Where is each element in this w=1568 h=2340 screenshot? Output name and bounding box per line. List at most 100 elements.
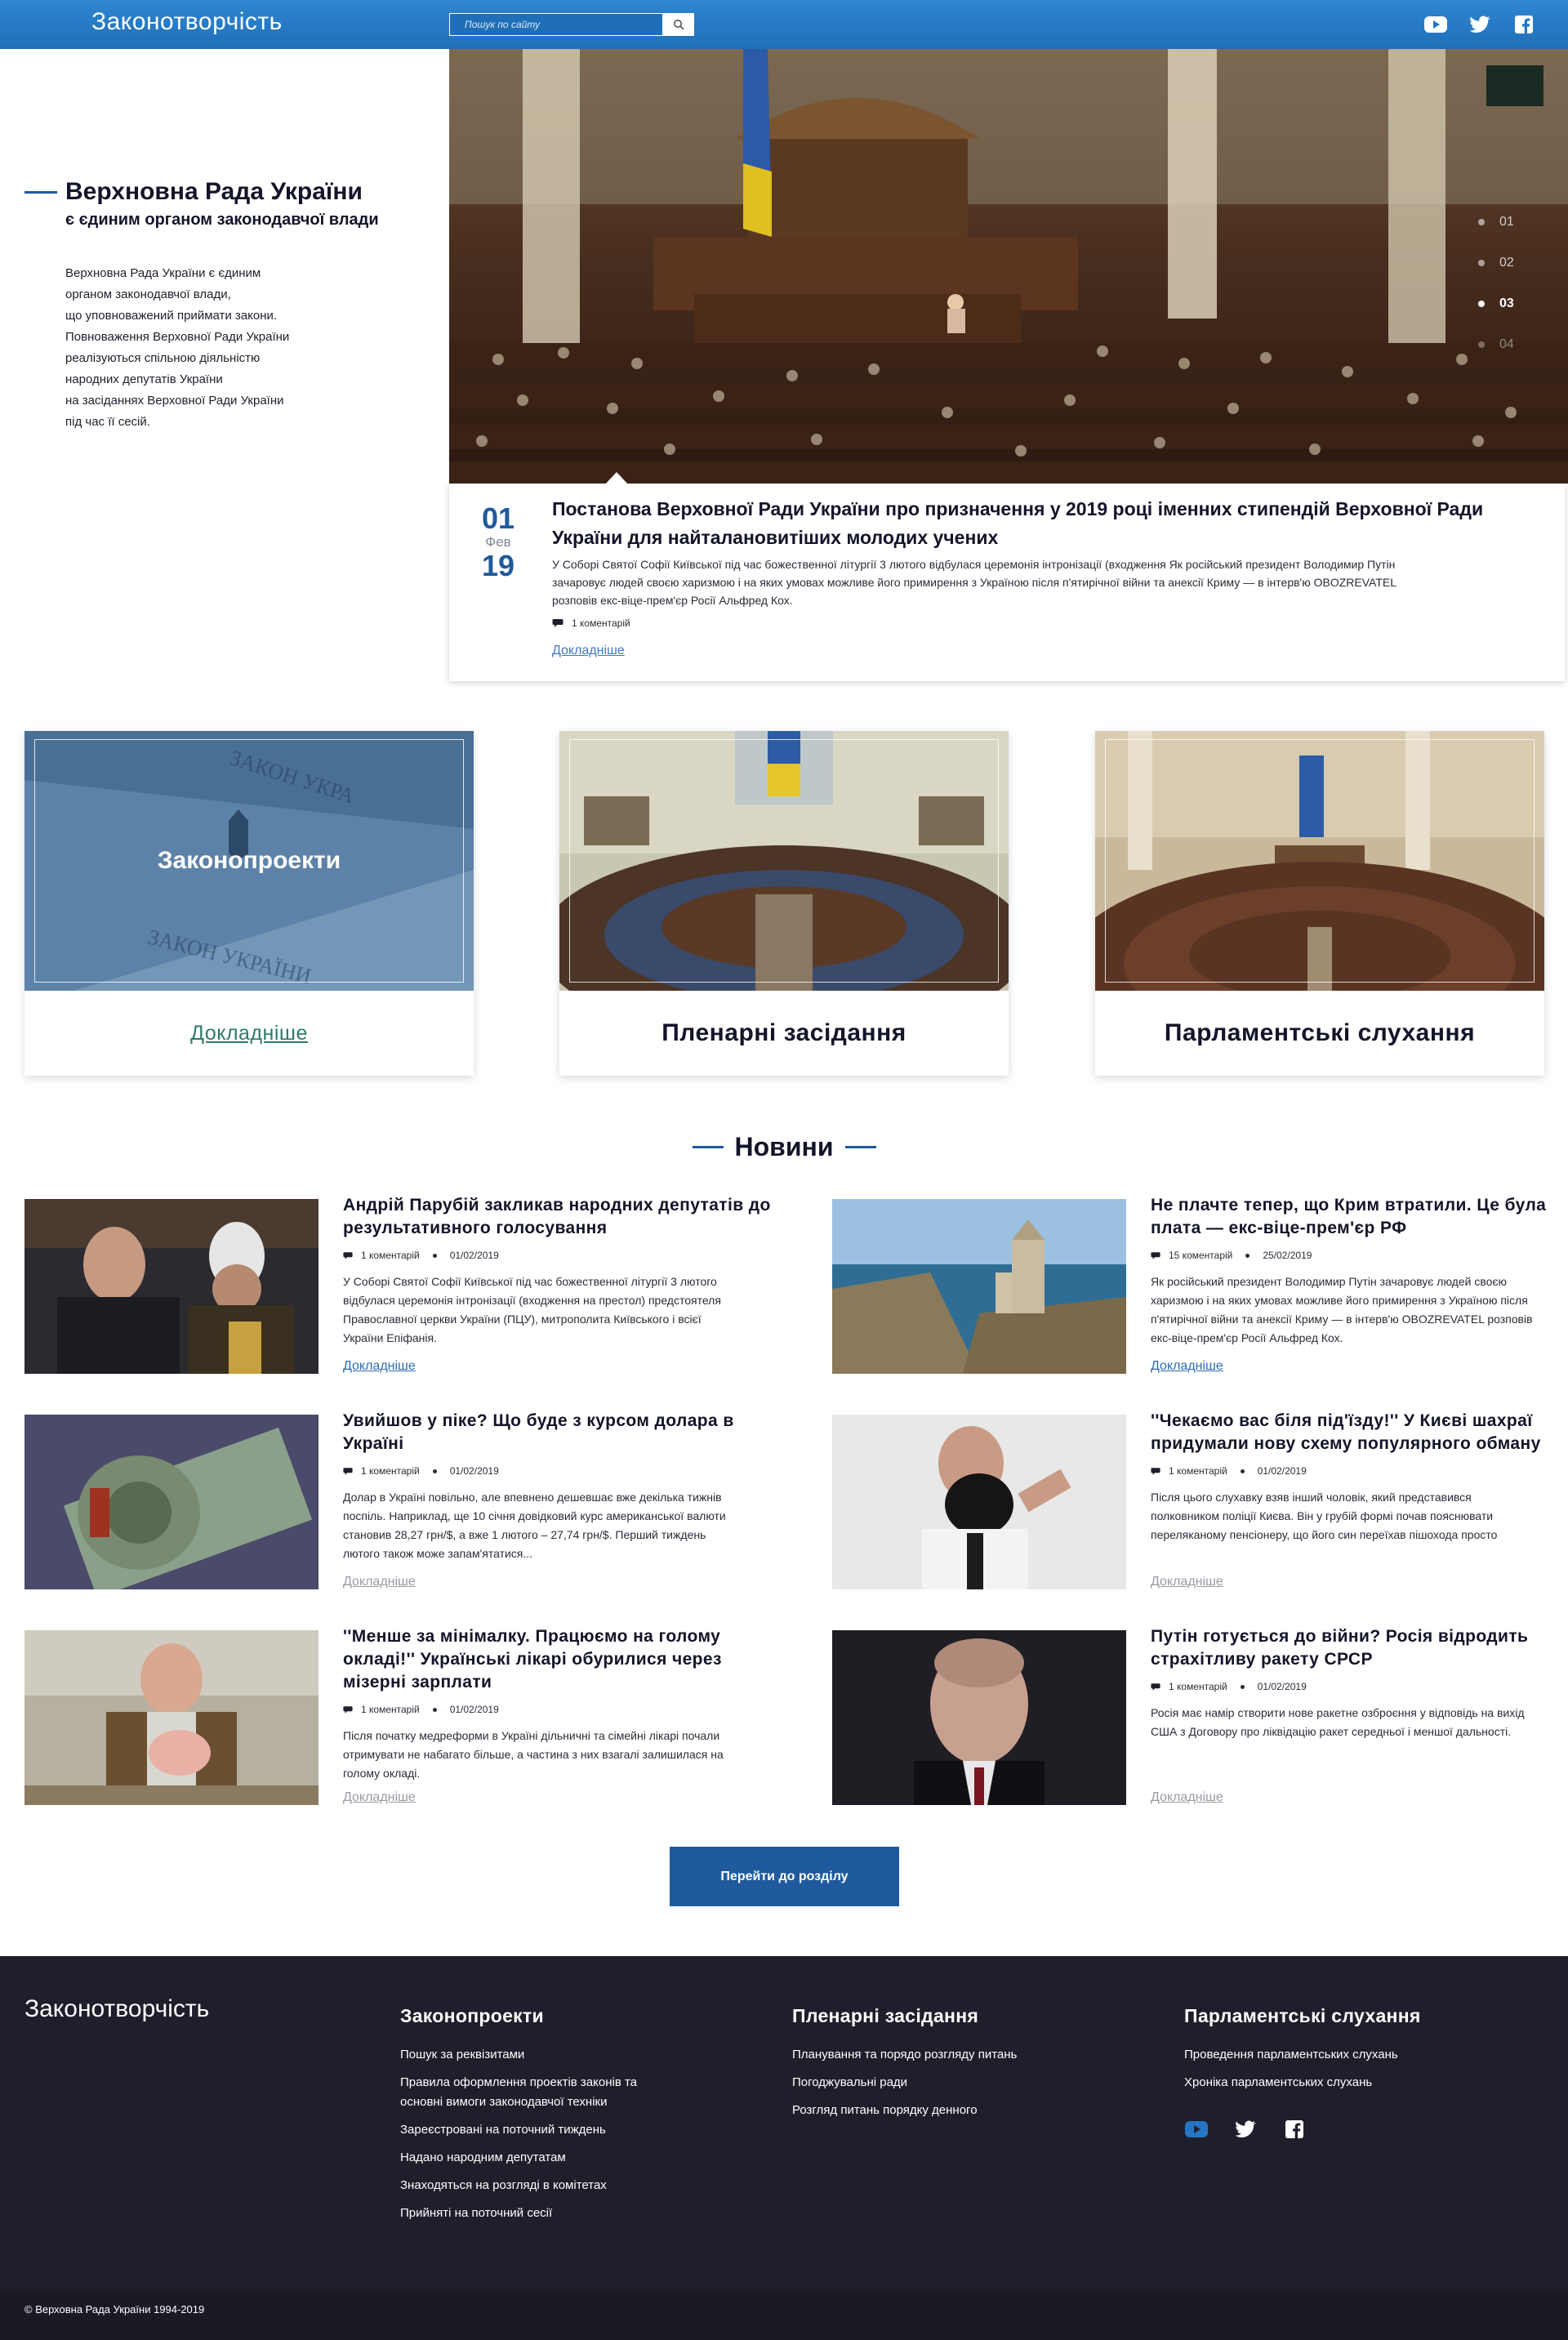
facebook-icon[interactable] [1282,2118,1307,2141]
footer-link[interactable]: Прийняті на поточний сесії [400,2204,710,2223]
footer-column-plenary: Пленарні засідання Планування та порядо … [792,2005,1135,2128]
footer-column-hearings: Парламентські слухання Проведення парлам… [1184,2005,1544,2101]
category-more-link[interactable]: Докладніше [190,1022,308,1045]
comment-icon [343,1705,353,1714]
news-date: 01/02/2019 [449,1465,499,1477]
news-title[interactable]: Не плачте тепер, що Крим втратили. Це бу… [1151,1194,1568,1240]
twitter-icon[interactable] [1233,2118,1258,2141]
footer-column-title: Пленарні засідання [792,2005,979,2026]
news-section-heading: Новини [0,1132,1568,1162]
news-item: ''Чекаємо вас біля під'їзду!'' У Києві ш… [832,1411,1568,1589]
news-meta: 1 коментарій 01/02/2019 [1151,1465,1307,1477]
comment-icon [1151,1683,1160,1691]
news-more-link[interactable]: Докладніше [1151,1359,1223,1374]
card-pointer [604,472,629,485]
featured-date-day: 01 [481,501,515,535]
news-date: 01/02/2019 [1257,1681,1307,1692]
slider-dot-label: 03 [1499,296,1514,310]
footer-link[interactable]: Пошук за реквізитами [400,2045,710,2065]
category-card-plenary[interactable]: Пленарні засідання [559,731,1009,1076]
news-more-link[interactable]: Докладніше [343,1790,416,1805]
footer-link[interactable]: Правила оформлення проектів законів та о… [400,2073,670,2112]
news-more-link[interactable]: Докладніше [343,1575,416,1589]
category-card-bills[interactable]: ЗАКОН УКРА ЗАКОН УКРАЇНИ Законопроекти Д… [24,731,474,1076]
news-excerpt: Долар в Україні повільно, але впевнено д… [343,1491,726,1560]
hero-text-line: органом законодавчої влади, [65,287,231,301]
hero-subtitle: є єдиним органом законодавчої влади [65,211,379,229]
news-image[interactable] [832,1199,1126,1374]
search-icon [674,20,684,30]
site-logo[interactable]: Законотворчість [91,8,283,36]
footer-link[interactable]: Погоджувальні ради [792,2073,1135,2093]
heading-dash [844,1146,876,1148]
news-comments: 1 коментарій [361,1465,420,1477]
hero-text-line: Верхновна Рада України є єдиним [65,266,261,280]
facebook-icon[interactable] [1511,13,1537,36]
twitter-icon[interactable] [1467,13,1493,36]
category-footer: Докладніше [24,991,474,1076]
hero-slider-image[interactable] [449,49,1568,484]
hero-text-line: під час її сесій. [65,415,150,429]
featured-date-year: 19 [481,549,515,582]
slider-dot-2[interactable]: 02 [1478,255,1552,271]
youtube-icon[interactable] [1423,13,1449,36]
news-item: Андрій Парубій закликав народних депутат… [24,1196,792,1374]
news-image[interactable] [832,1630,1126,1805]
category-title: Законопроекти [157,847,341,874]
category-frame [1105,739,1535,983]
news-title[interactable]: Андрій Парубій закликав народних депутат… [343,1194,784,1240]
footer-column-bills: Законопроекти Пошук за реквізитами Прави… [400,2005,710,2231]
news-more-link[interactable]: Докладніше [1151,1575,1223,1589]
category-card-hearings[interactable]: Парламентські слухання [1095,731,1544,1076]
news-title[interactable]: Путін готується до війни? Росія відродит… [1151,1625,1568,1671]
news-image[interactable] [24,1630,318,1805]
news-comments: 1 коментарій [361,1250,420,1261]
news-title[interactable]: ''Чекаємо вас біля під'їзду!'' У Києві ш… [1151,1410,1568,1455]
news-comments: 1 коментарій [1169,1465,1227,1477]
footer-link[interactable]: Планування та порядо розгляду питань [792,2045,1135,2065]
footer-link[interactable]: Хроніка парламентських слухань [1184,2073,1544,2093]
footer-link[interactable]: Зареєстровані на поточний тиждень [400,2120,710,2140]
search-button[interactable] [663,13,694,36]
youtube-icon[interactable] [1184,2118,1209,2141]
site-footer: Законотворчість Законопроекти Пошук за р… [0,1956,1568,2340]
hero-text-line: що уповноважений приймати закони. [65,309,278,323]
search-input[interactable] [449,13,663,36]
slider-dot-4[interactable]: 04 [1478,337,1552,353]
news-excerpt: Після початку медреформи в Україні дільн… [343,1729,724,1780]
news-title[interactable]: ''Менше за мінімалку. Працюємо на голому… [343,1625,784,1694]
news-item: Увийшов у піке? Що буде з курсом долара … [24,1411,792,1589]
footer-column-title: Законопроекти [400,2005,544,2026]
news-more-link[interactable]: Докладніше [1151,1790,1223,1805]
featured-date-month: Фев [485,534,511,550]
footer-link[interactable]: Розгляд питань порядку денного [792,2101,1135,2120]
news-image[interactable] [24,1199,318,1374]
site-header: Законотворчість [0,0,1568,49]
comment-icon [552,619,564,627]
news-item: Путін готується до війни? Росія відродит… [832,1627,1568,1805]
featured-more-link[interactable]: Докладніше [552,644,625,658]
news-image[interactable] [832,1415,1126,1589]
heading-dash [692,1146,724,1148]
footer-link[interactable]: Проведення парламентських слухань [1184,2045,1544,2065]
news-date: 25/02/2019 [1263,1250,1312,1261]
hero-intro: Верхновна Рада України є єдиним органом … [24,49,441,490]
copyright: © Верховна Рада України 1994-2019 [24,2303,205,2315]
news-meta: 15 коментарій 25/02/2019 [1151,1250,1312,1261]
news-meta: 1 коментарій 01/02/2019 [343,1704,499,1715]
go-to-section-button[interactable]: Перейти до розділу [670,1847,899,1906]
footer-link[interactable]: Надано народним депутатам [400,2148,710,2168]
news-image[interactable] [24,1415,318,1589]
slider-dot-1[interactable]: 01 [1478,214,1552,230]
news-title[interactable]: Увийшов у піке? Що буде з курсом долара … [343,1410,784,1455]
comment-icon [343,1251,353,1259]
featured-title[interactable]: Постанова Верховної Ради України про при… [552,495,1499,552]
footer-logo[interactable]: Законотворчість [24,1995,209,2023]
hero-text-line: реалізуються спільною діяльністю [65,351,261,365]
news-more-link[interactable]: Докладніше [343,1359,416,1374]
news-excerpt: У Соборі Святої Софії Київської під час … [343,1275,721,1344]
slider-dot-3[interactable]: 03 [1478,296,1552,312]
header-social [1423,13,1537,36]
footer-link[interactable]: Знаходяться на розгляді в комітетах [400,2176,710,2195]
search-form [449,13,694,36]
